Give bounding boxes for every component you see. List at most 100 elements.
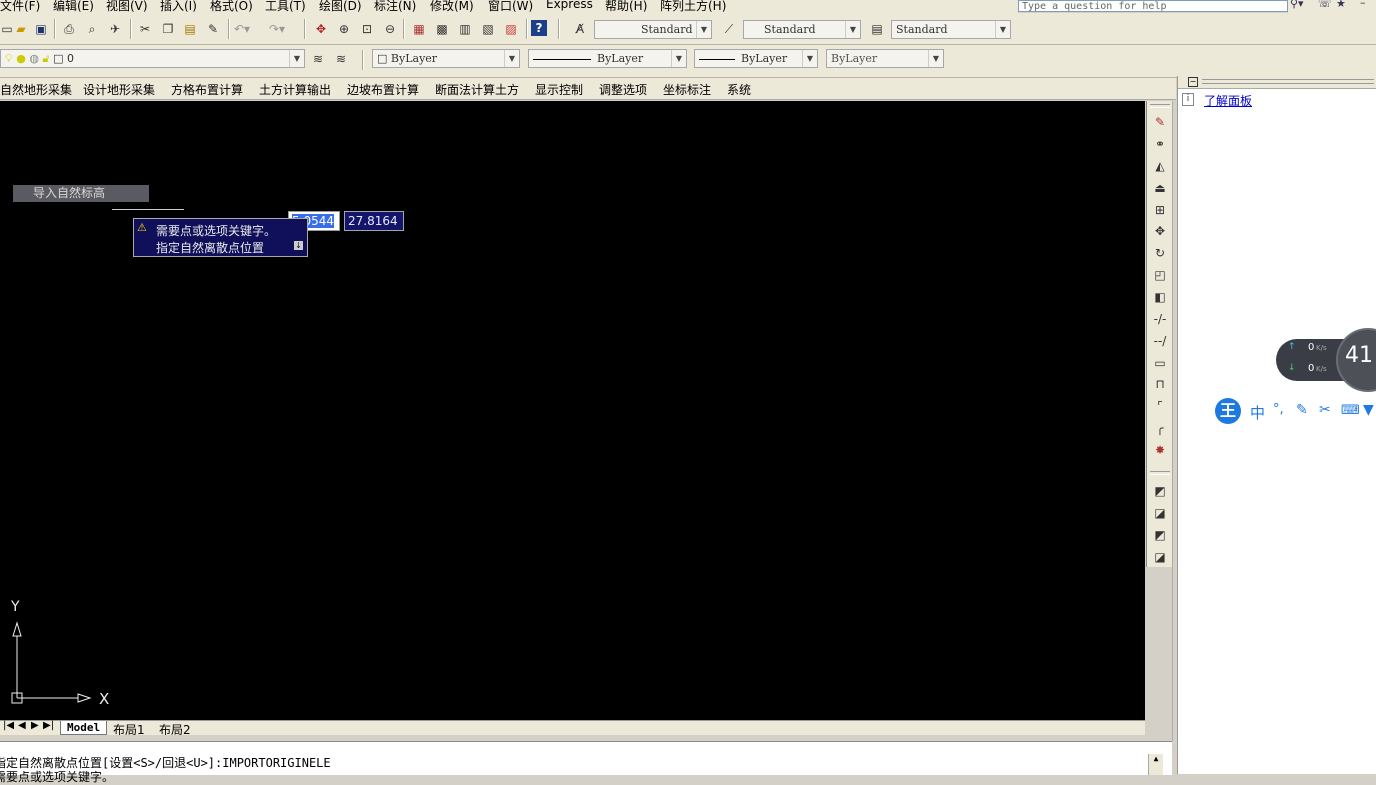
copy-icon[interactable]: ❐ <box>159 20 177 38</box>
offset-icon[interactable]: ⏏ <box>1151 179 1169 197</box>
scale-icon[interactable]: ◰ <box>1151 266 1169 284</box>
menu-window[interactable]: 窗口(W) <box>488 0 533 13</box>
trim-icon[interactable]: -/- <box>1151 310 1169 328</box>
rotate-icon[interactable]: ↻ <box>1151 244 1169 262</box>
menu-earthwork-output[interactable]: 土方计算输出 <box>259 81 331 98</box>
draworder-above-icon[interactable]: ◩ <box>1151 526 1169 544</box>
cut-icon[interactable]: ✂ <box>136 20 154 38</box>
panel-collapse-icon[interactable]: − <box>1188 77 1198 87</box>
ime-pen-icon[interactable]: ✎ <box>1296 402 1308 418</box>
tab-model[interactable]: Model <box>60 721 108 735</box>
menu-edit[interactable]: 编辑(E) <box>53 0 94 13</box>
print-preview-icon[interactable]: ⌕ <box>83 20 101 38</box>
menu-section-earthwork[interactable]: 断面法计算土方 <box>435 81 519 98</box>
menu-draw[interactable]: 绘图(D) <box>319 0 362 13</box>
move-icon[interactable]: ✥ <box>1151 222 1169 240</box>
fillet-icon[interactable]: ╭ <box>1151 419 1169 437</box>
layer-previous-icon[interactable]: ≋ <box>332 50 350 68</box>
copy-object-icon[interactable]: ⚭ <box>1151 135 1169 153</box>
menu-dimension[interactable]: 标注(N) <box>374 0 416 13</box>
plotstyle-select[interactable]: ByLayer ▼ <box>826 49 944 68</box>
tab-first-icon[interactable]: |◀ <box>3 720 14 731</box>
command-line[interactable]: 指定自然离散点位置[设置<S>/回退<U>]:IMPORTORIGINELE 需… <box>0 741 1172 784</box>
make-current-layer-icon[interactable]: ≋ <box>309 50 327 68</box>
table-style-select[interactable]: Standard ▼ <box>891 20 1011 39</box>
menu-natural-terrain[interactable]: 自然地形采集 <box>0 81 72 98</box>
menu-design-terrain[interactable]: 设计地形采集 <box>83 81 155 98</box>
publish-icon[interactable]: ✈ <box>106 20 124 38</box>
linetype-select[interactable]: ByLayer ▼ <box>528 49 687 68</box>
tool-palettes-icon[interactable]: ▥ <box>456 20 474 38</box>
redo-icon[interactable]: ↷▾ <box>268 20 286 38</box>
memory-usage-dial[interactable]: 41 <box>1336 328 1376 392</box>
ime-logo-icon[interactable]: 王 <box>1215 398 1241 424</box>
text-style-icon[interactable]: A̸ <box>571 20 589 38</box>
menu-insert[interactable]: 插入(I) <box>160 0 197 13</box>
tab-next-icon[interactable]: ▶ <box>31 720 39 731</box>
zoom-previous-icon[interactable]: ⊖ <box>381 20 399 38</box>
ime-skin-icon[interactable]: ▼ <box>1363 402 1374 418</box>
help-search-input[interactable]: Type a question for help <box>1018 0 1288 12</box>
draworder-back-icon[interactable]: ◪ <box>1151 504 1169 522</box>
markup-icon[interactable]: ▨ <box>502 20 520 38</box>
menu-view[interactable]: 视图(V) <box>106 0 148 13</box>
break-icon[interactable]: ⊓ <box>1151 375 1169 393</box>
table-style-icon[interactable]: ▤ <box>868 20 886 38</box>
tab-prev-icon[interactable]: ◀ <box>18 720 26 731</box>
stretch-icon[interactable]: ◧ <box>1151 288 1169 306</box>
menu-system[interactable]: 系统 <box>727 81 751 98</box>
design-center-icon[interactable]: ▩ <box>433 20 451 38</box>
open-icon[interactable]: ▰ <box>12 20 30 38</box>
menu-modify[interactable]: 修改(M) <box>430 0 474 13</box>
menu-help[interactable]: 帮助(H) <box>605 0 647 13</box>
menu-format[interactable]: 格式(O) <box>210 0 253 13</box>
menu-slope-layout[interactable]: 边坡布置计算 <box>347 81 419 98</box>
dim-style-icon[interactable]: ⟋ <box>720 20 738 38</box>
zoom-window-icon[interactable]: ⊡ <box>358 20 376 38</box>
explode-icon[interactable]: ✸ <box>1151 441 1169 459</box>
pan-icon[interactable]: ✥ <box>312 20 330 38</box>
search-icon[interactable]: ⚲▾ <box>1290 0 1304 10</box>
ime-punct-toggle[interactable]: °, <box>1273 402 1284 417</box>
dynamic-input-y[interactable]: 27.8164 <box>344 211 404 231</box>
menu-express[interactable]: Express <box>546 0 593 11</box>
menu-file[interactable]: 文件(F) <box>0 0 40 13</box>
tab-last-icon[interactable]: ▶| <box>43 720 54 731</box>
properties-icon[interactable]: ▦ <box>410 20 428 38</box>
erase-icon[interactable]: ✎ <box>1151 113 1169 131</box>
print-icon[interactable]: ⎙ <box>60 20 78 38</box>
menu-array-earthwork[interactable]: 阵列土方(H) <box>660 0 726 13</box>
draworder-under-icon[interactable]: ◪ <box>1151 548 1169 566</box>
menu-tools[interactable]: 工具(T) <box>265 0 306 13</box>
menu-display-control[interactable]: 显示控制 <box>535 81 583 98</box>
ime-scissors-icon[interactable]: ✂ <box>1319 402 1331 418</box>
options-down-arrow-icon[interactable]: ↓ <box>294 241 303 250</box>
sheet-set-icon[interactable]: ▧ <box>479 20 497 38</box>
chamfer-icon[interactable]: ⌜ <box>1151 397 1169 415</box>
undo-icon[interactable]: ↶▾ <box>233 20 251 38</box>
menu-coordinate-label[interactable]: 坐标标注 <box>663 81 711 98</box>
color-select[interactable]: □ ByLayer ▼ <box>372 49 520 68</box>
minimize-icon[interactable]: – <box>1360 0 1366 9</box>
help-icon[interactable]: ? <box>531 20 547 36</box>
array-icon[interactable]: ⊞ <box>1151 201 1169 219</box>
lineweight-select[interactable]: ByLayer ▼ <box>694 49 818 68</box>
mirror-icon[interactable]: ◭ <box>1151 157 1169 175</box>
communication-center-icon[interactable]: ☏ <box>1318 0 1332 10</box>
extend-icon[interactable]: --/ <box>1151 332 1169 350</box>
text-style-select[interactable]: Standard ▼ <box>594 20 712 39</box>
match-properties-icon[interactable]: ✎ <box>204 20 222 38</box>
dim-style-select[interactable]: Standard ▼ <box>743 20 861 39</box>
paste-icon[interactable]: ▤ <box>181 20 199 38</box>
menu-grid-layout[interactable]: 方格布置计算 <box>171 81 243 98</box>
scroll-up-icon[interactable]: ▲ <box>1148 754 1163 775</box>
ime-mode-toggle[interactable]: 中 <box>1250 402 1265 423</box>
break-at-point-icon[interactable]: ▭ <box>1151 354 1169 372</box>
layer-select[interactable]: 💡︎ ● ◍ 🔓︎ □ 0 ▼ <box>0 49 305 68</box>
learn-panel-link[interactable]: 了解面板 <box>1204 92 1252 109</box>
ime-keyboard-icon[interactable]: ⌨ <box>1341 403 1360 418</box>
drawing-canvas[interactable]: 导入自然标高 5.0544 27.8164 ⚠ 需要点或选项关键字。 指定自然离… <box>0 101 1145 720</box>
favorites-star-icon[interactable]: ★ <box>1336 0 1346 10</box>
save-icon[interactable]: ▣ <box>32 20 50 38</box>
zoom-realtime-icon[interactable]: ⊕ <box>335 20 353 38</box>
